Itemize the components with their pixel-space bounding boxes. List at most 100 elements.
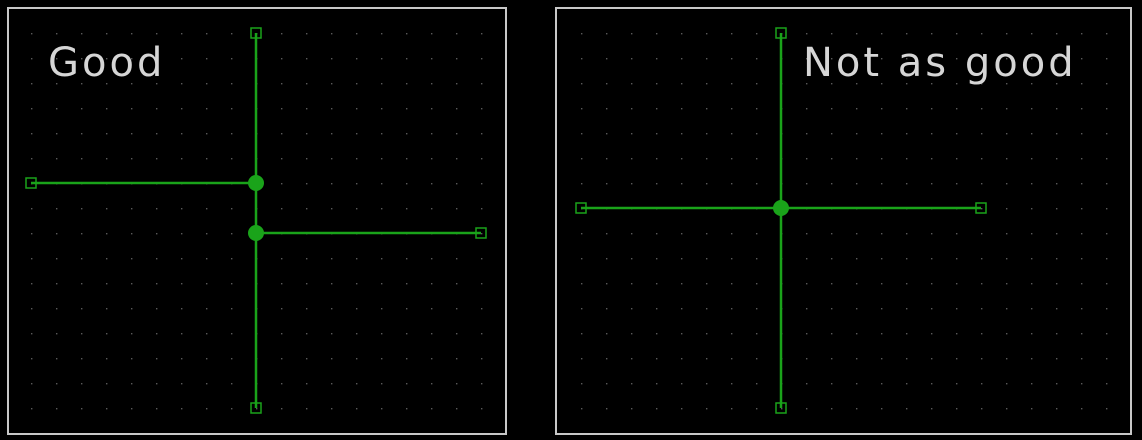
grid-dot: [1106, 233, 1108, 235]
grid-dot: [731, 408, 733, 410]
grid-dot: [1006, 283, 1008, 285]
grid-dot: [431, 158, 433, 160]
junction-upper-good[interactable]: [248, 175, 264, 191]
grid-dot: [481, 358, 483, 360]
grid-dot: [231, 33, 233, 35]
grid-dot: [206, 333, 208, 335]
grid-dot: [281, 183, 283, 185]
grid-dot: [381, 83, 383, 85]
junction-lower-good[interactable]: [248, 225, 264, 241]
grid-dot: [1006, 183, 1008, 185]
grid-dot: [681, 308, 683, 310]
grid-dot: [956, 408, 958, 410]
grid-dot: [581, 408, 583, 410]
grid-dot: [756, 158, 758, 160]
grid-dot: [331, 83, 333, 85]
grid-dot: [1081, 83, 1083, 85]
grid-dot: [206, 233, 208, 235]
grid-dot: [181, 258, 183, 260]
grid-dot: [306, 183, 308, 185]
grid-dot: [1031, 233, 1033, 235]
grid-dot: [231, 358, 233, 360]
grid-dot: [431, 133, 433, 135]
junction-cross-not-as-good[interactable]: [773, 200, 789, 216]
grid-dot: [1031, 158, 1033, 160]
grid-dot: [356, 33, 358, 35]
grid-dot: [706, 133, 708, 135]
grid-dot: [1031, 33, 1033, 35]
grid-dot: [156, 258, 158, 260]
grid-dot: [1081, 383, 1083, 385]
grid-dot: [356, 333, 358, 335]
grid-dot: [706, 158, 708, 160]
grid-dot: [206, 33, 208, 35]
grid-dot: [306, 83, 308, 85]
grid-dot: [131, 108, 133, 110]
grid-dot: [206, 108, 208, 110]
grid-dot: [606, 33, 608, 35]
grid-dot: [981, 258, 983, 260]
grid-dot: [281, 333, 283, 335]
grid-dot: [106, 158, 108, 160]
grid-dot: [881, 183, 883, 185]
grid-dot: [581, 133, 583, 135]
grid-dot: [656, 108, 658, 110]
grid-dot: [231, 58, 233, 60]
grid-dot: [431, 408, 433, 410]
grid-dot: [106, 233, 108, 235]
grid-dot: [656, 383, 658, 385]
grid-dot: [231, 258, 233, 260]
grid-dot: [906, 108, 908, 110]
grid-dot: [81, 333, 83, 335]
grid-dot: [1081, 133, 1083, 135]
grid-dot: [581, 108, 583, 110]
grid-dot: [806, 308, 808, 310]
grid-dot: [1106, 33, 1108, 35]
grid-dot: [406, 358, 408, 360]
grid-dot: [156, 333, 158, 335]
grid-dot: [1106, 208, 1108, 210]
grid-dot: [681, 283, 683, 285]
grid-dot: [656, 283, 658, 285]
grid-dot: [131, 283, 133, 285]
grid-dot: [331, 158, 333, 160]
grid-dot: [1006, 358, 1008, 360]
grid-dot: [81, 33, 83, 35]
grid-dot: [806, 383, 808, 385]
grid-dot: [306, 308, 308, 310]
grid-dot: [856, 183, 858, 185]
grid-dot: [831, 108, 833, 110]
grid-dot: [956, 383, 958, 385]
grid-dot: [231, 308, 233, 310]
grid-dot: [206, 58, 208, 60]
grid-dot: [106, 283, 108, 285]
grid-dot: [856, 158, 858, 160]
grid-dot: [906, 133, 908, 135]
grid-dot: [706, 83, 708, 85]
grid-dot: [631, 183, 633, 185]
grid-dot: [431, 33, 433, 35]
grid-dot: [856, 233, 858, 235]
grid-dot: [206, 383, 208, 385]
grid-dot: [81, 283, 83, 285]
grid-dot: [631, 133, 633, 135]
grid-dot: [1081, 283, 1083, 285]
grid-dot: [831, 33, 833, 35]
grid-dot: [1106, 408, 1108, 410]
grid-dot: [31, 408, 33, 410]
grid-dot: [481, 233, 483, 235]
grid-dot: [856, 383, 858, 385]
grid-dot: [31, 108, 33, 110]
grid-dot: [931, 108, 933, 110]
grid-dot: [1056, 308, 1058, 310]
grid-dot: [156, 108, 158, 110]
grid-dot: [406, 108, 408, 110]
grid-dot: [281, 33, 283, 35]
grid-dot: [581, 258, 583, 260]
grid-dot: [456, 58, 458, 60]
grid-dot: [956, 333, 958, 335]
grid-dot: [56, 283, 58, 285]
grid-dot: [331, 358, 333, 360]
grid-dot: [1081, 108, 1083, 110]
grid-dot: [731, 33, 733, 35]
